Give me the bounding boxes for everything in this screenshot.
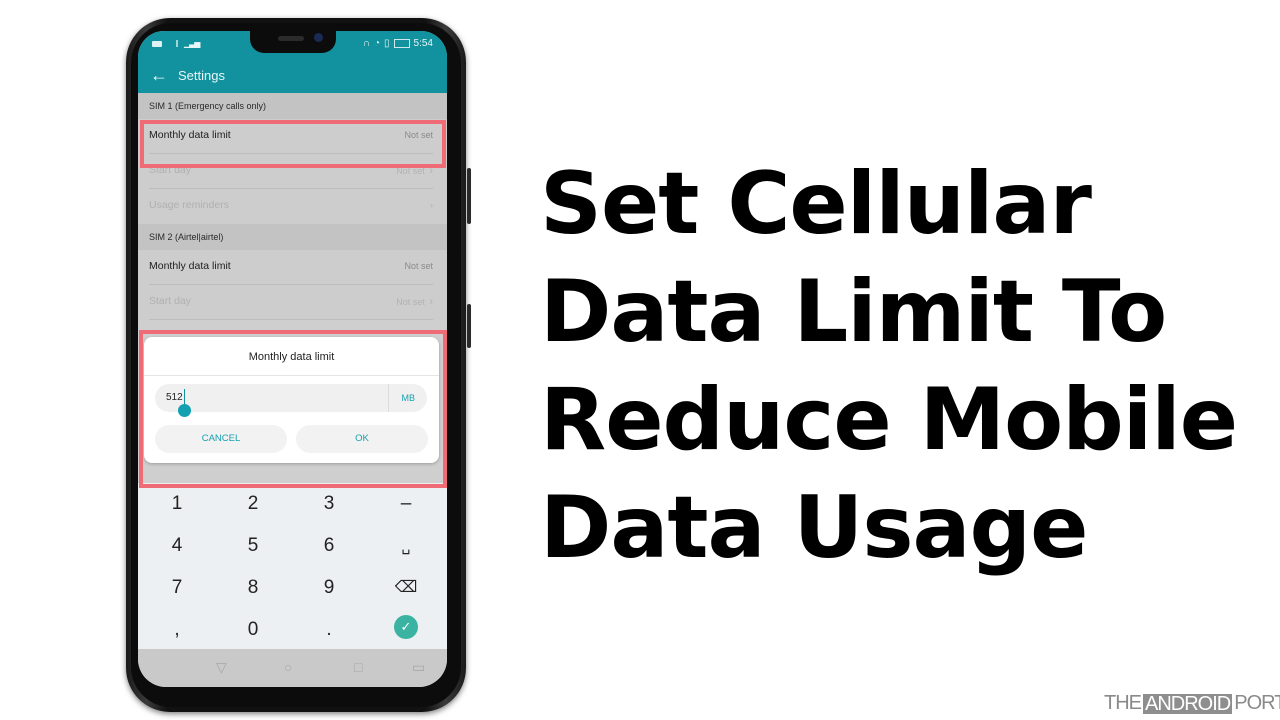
- sim1-section-header: SIM 1 (Emergency calls only): [138, 93, 447, 119]
- chevron-right-icon: ›: [429, 296, 433, 308]
- key-3[interactable]: 3: [291, 483, 367, 525]
- vibrate-icon: ▯: [384, 38, 390, 49]
- divider: [149, 319, 433, 320]
- key-2[interactable]: 2: [215, 483, 291, 525]
- key-6[interactable]: 6: [291, 525, 367, 567]
- volume-button: [467, 168, 471, 224]
- earpiece: [278, 36, 304, 41]
- brand-middle: ANDROID: [1143, 692, 1233, 715]
- sim2-monthly-data-limit-row[interactable]: Monthly data limit Not set: [138, 250, 447, 285]
- back-triangle-icon[interactable]: ▽: [216, 659, 227, 676]
- key-7[interactable]: 7: [139, 567, 215, 609]
- sim1-usage-reminders-row[interactable]: Usage reminders ›: [138, 189, 447, 224]
- row-label: Start day: [149, 295, 192, 307]
- headline: Set Cellular Data Limit To Reduce Mobile…: [540, 150, 1238, 582]
- signal-weak-icon: [168, 40, 178, 47]
- row-value: Not set: [404, 261, 433, 271]
- key-period[interactable]: .: [291, 609, 367, 651]
- status-time: 5:54: [413, 38, 433, 49]
- headline-line-4: Data Usage: [540, 478, 1088, 578]
- status-left-icons: ▁▃▅: [152, 39, 201, 48]
- row-value-text: Not set: [396, 297, 425, 307]
- brand-right: PORTAL: [1234, 692, 1280, 714]
- recents-square-icon[interactable]: □: [354, 659, 362, 675]
- highlight-box-dialog: [139, 330, 447, 488]
- sim-icon: [152, 40, 162, 47]
- space-key-icon[interactable]: ␣: [368, 525, 444, 567]
- chevron-right-icon: ›: [430, 200, 433, 210]
- key-minus[interactable]: –: [368, 483, 444, 525]
- navigation-bar: ▽ ○ □ ▭: [138, 649, 447, 687]
- brand-logo: THE ANDROID PORTAL: [1104, 692, 1280, 715]
- key-8[interactable]: 8: [215, 567, 291, 609]
- key-4[interactable]: 4: [139, 525, 215, 567]
- headset-icon: ∩: [362, 38, 370, 49]
- headline-line-3: Reduce Mobile: [540, 370, 1238, 470]
- headline-line-2: Data Limit To: [540, 262, 1167, 362]
- sim2-section-header: SIM 2 (Airtel|airtel): [138, 224, 447, 250]
- camera-notch: [250, 31, 336, 53]
- status-bar: ▁▃▅ ∩ ◔ ▯ 5:54: [138, 31, 447, 59]
- status-right-icons: ∩ ◔ ▯ 5:54: [363, 38, 433, 49]
- numeric-keypad: 1 2 3 – 4 5 6 ␣ 7 8 9 ⌫ , 0 . ✓: [138, 483, 447, 649]
- row-label: Monthly data limit: [149, 260, 231, 272]
- key-9[interactable]: 9: [291, 567, 367, 609]
- back-arrow-icon[interactable]: ←: [150, 65, 168, 85]
- battery-icon: [393, 39, 410, 48]
- front-camera: [314, 33, 323, 42]
- highlight-box-data-limit-row: [140, 120, 446, 168]
- row-value: Not set ›: [396, 296, 433, 308]
- checkmark-icon[interactable]: ✓: [394, 615, 418, 639]
- brand-left: THE: [1104, 692, 1142, 714]
- key-0[interactable]: 0: [215, 609, 291, 651]
- key-comma[interactable]: ,: [139, 609, 215, 651]
- backspace-icon[interactable]: ⌫: [368, 567, 444, 609]
- notification-drawer-icon[interactable]: ▭: [412, 659, 425, 676]
- headline-line-1: Set Cellular: [540, 154, 1092, 254]
- sim2-start-day-row[interactable]: Start day Not set ›: [138, 285, 447, 320]
- signal-icon: ▁▃▅: [184, 39, 201, 48]
- row-label: Usage reminders: [149, 199, 229, 211]
- key-1[interactable]: 1: [139, 483, 215, 525]
- app-bar: ← Settings: [138, 59, 447, 93]
- sync-icon: ◔: [373, 38, 381, 49]
- home-circle-icon[interactable]: ○: [284, 659, 292, 675]
- page-title: Settings: [178, 68, 225, 83]
- key-5[interactable]: 5: [215, 525, 291, 567]
- power-button: [467, 304, 471, 348]
